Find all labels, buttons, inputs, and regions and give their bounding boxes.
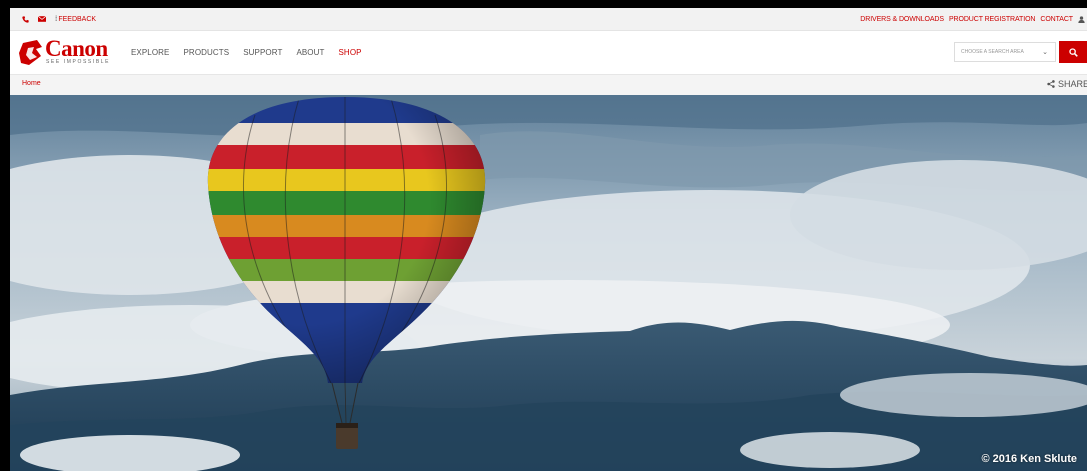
nav-support[interactable]: SUPPORT [243, 48, 282, 57]
nav-explore[interactable]: EXPLORE [131, 48, 170, 57]
drivers-downloads-link[interactable]: DRIVERS & DOWNLOADS [860, 16, 944, 23]
utility-right: DRIVERS & DOWNLOADS PRODUCT REGISTRATION… [860, 8, 1085, 30]
chevron-down-icon: ⌄ [1042, 49, 1048, 56]
primary-nav: EXPLORE PRODUCTS SUPPORT ABOUT SHOP [131, 31, 362, 74]
nav-about[interactable]: ABOUT [296, 48, 324, 57]
user-icon[interactable] [1078, 15, 1085, 23]
share-button[interactable]: SHARE [1047, 79, 1087, 89]
utility-bar: ⁞FEEDBACK DRIVERS & DOWNLOADS PRODUCT RE… [10, 8, 1087, 31]
page: ⁞FEEDBACK DRIVERS & DOWNLOADS PRODUCT RE… [10, 8, 1087, 471]
search-button[interactable] [1059, 41, 1087, 63]
photo-credit: © 2016 Ken Sklute [981, 453, 1077, 465]
feedback-label: FEEDBACK [58, 15, 97, 23]
breadcrumb-bar: Home SHARE [10, 74, 1087, 96]
phone-icon[interactable] [22, 15, 29, 23]
hot-air-balloon-scene [10, 95, 1087, 471]
search-icon [1068, 47, 1078, 57]
brand-tagline: SEE IMPOSSIBLE [46, 59, 111, 65]
nav-products[interactable]: PRODUCTS [184, 48, 230, 57]
hero-image: © 2016 Ken Sklute [10, 95, 1087, 471]
search-area-select[interactable]: CHOOSE A SEARCH AREA ⌄ [954, 42, 1056, 62]
mail-icon[interactable] [38, 16, 46, 22]
feedback-icon: ⁞ [55, 15, 58, 23]
share-label: SHARE [1057, 79, 1087, 89]
share-icon [1047, 80, 1055, 88]
canon-logo[interactable]: Canon SEE IMPOSSIBLE [19, 36, 119, 68]
contact-link[interactable]: CONTACT [1040, 16, 1073, 23]
search-area-label: CHOOSE A SEARCH AREA [961, 49, 1024, 55]
main-nav: Canon SEE IMPOSSIBLE EXPLORE PRODUCTS SU… [10, 31, 1087, 74]
nav-shop[interactable]: SHOP [339, 48, 362, 57]
breadcrumb-home[interactable]: Home [22, 80, 41, 87]
utility-left: ⁞FEEDBACK [22, 8, 96, 30]
logo-mark-icon [19, 40, 42, 65]
brand-name: Canon [45, 36, 108, 61]
product-registration-link[interactable]: PRODUCT REGISTRATION [949, 16, 1036, 23]
feedback-link[interactable]: ⁞FEEDBACK [55, 16, 96, 23]
